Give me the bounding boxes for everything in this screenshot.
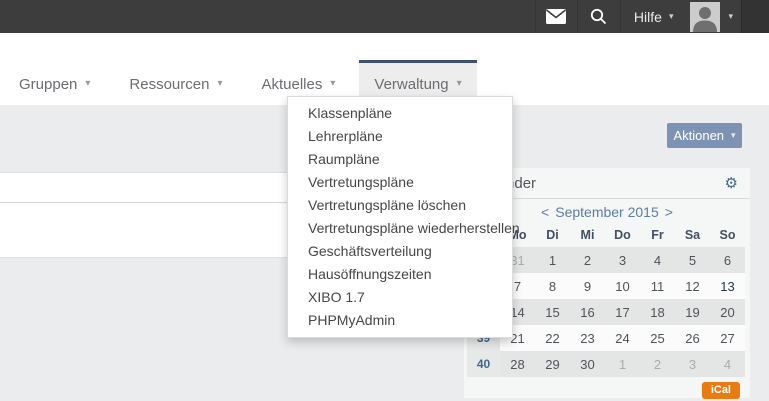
menu-item[interactable]: Vertretungspläne löschen xyxy=(288,194,512,217)
day-cell[interactable]: 28 xyxy=(500,351,535,377)
day-cell[interactable]: 8 xyxy=(535,273,570,299)
day-cell[interactable]: 12 xyxy=(675,273,710,299)
caret-down-icon: ▾ xyxy=(731,131,736,140)
mail-icon xyxy=(546,9,566,24)
user-menu[interactable]: ▾ xyxy=(686,0,741,33)
day-cell[interactable]: 4 xyxy=(710,351,745,377)
topbar-end-block xyxy=(741,0,769,33)
menu-item[interactable]: Vertretungspläne wiederherstellen xyxy=(288,217,512,240)
top-bar: Hilfe ▾ ▾ xyxy=(0,0,769,33)
caret-down-icon: ▾ xyxy=(457,79,462,89)
month-label: September 2015 xyxy=(555,204,659,220)
day-cell[interactable]: 2 xyxy=(640,351,675,377)
day-header: Sa xyxy=(675,223,710,247)
day-cell[interactable]: 15 xyxy=(535,299,570,325)
day-cell[interactable]: 16 xyxy=(570,299,605,325)
calendar-footer: iCal xyxy=(464,377,750,399)
day-cell[interactable]: 29 xyxy=(535,351,570,377)
day-cell[interactable]: 17 xyxy=(605,299,640,325)
day-cell[interactable]: 30 xyxy=(570,351,605,377)
caret-down-icon: ▾ xyxy=(217,79,222,89)
day-header: Di xyxy=(535,223,570,247)
nav-item-label: Gruppen xyxy=(19,76,77,93)
day-cell-selected[interactable]: 13 xyxy=(710,273,745,299)
day-cell[interactable]: 10 xyxy=(605,273,640,299)
menu-item[interactable]: Raumpläne xyxy=(288,148,512,171)
day-cell[interactable]: 4 xyxy=(640,247,675,273)
caret-down-icon: ▾ xyxy=(85,79,90,89)
day-cell[interactable]: 3 xyxy=(605,247,640,273)
help-label: Hilfe xyxy=(634,9,662,25)
caret-down-icon: ▾ xyxy=(669,12,674,21)
day-cell[interactable]: 2 xyxy=(570,247,605,273)
nav-item-label: Ressourcen xyxy=(129,76,209,93)
menu-item[interactable]: Geschäftsverteilung xyxy=(288,240,512,263)
day-cell[interactable]: 24 xyxy=(605,325,640,351)
day-cell[interactable]: 1 xyxy=(605,351,640,377)
day-header: Mi xyxy=(570,223,605,247)
menu-item[interactable]: Hausöffnungszeiten xyxy=(288,263,512,286)
day-cell[interactable]: 6 xyxy=(710,247,745,273)
nav-items: Gruppen ▾ Ressourcen ▾ Aktuelles ▾ Verwaltung ▾ xyxy=(4,33,486,105)
main-nav: Gruppen ▾ Ressourcen ▾ Aktuelles ▾ Verwaltung ▾ xyxy=(0,33,769,105)
day-cell[interactable]: 26 xyxy=(675,325,710,351)
calendar-week-row: 402829301234 xyxy=(467,351,747,377)
day-cell[interactable]: 11 xyxy=(640,273,675,299)
menu-item[interactable]: Klassenpläne xyxy=(288,102,512,125)
help-menu[interactable]: Hilfe ▾ xyxy=(620,0,687,33)
menu-item[interactable]: Lehrerpläne xyxy=(288,125,512,148)
day-cell[interactable]: 9 xyxy=(570,273,605,299)
mail-button[interactable] xyxy=(535,0,577,33)
search-icon xyxy=(590,8,607,25)
actions-label: Aktionen xyxy=(673,128,724,143)
day-cell[interactable]: 5 xyxy=(675,247,710,273)
next-month-button[interactable]: > xyxy=(665,204,673,220)
ical-button[interactable]: iCal xyxy=(702,382,740,399)
caret-down-icon: ▾ xyxy=(330,79,335,89)
day-header: Fr xyxy=(640,223,675,247)
caret-down-icon: ▾ xyxy=(728,12,733,21)
day-cell[interactable]: 3 xyxy=(675,351,710,377)
actions-button[interactable]: Aktionen ▾ xyxy=(667,123,742,148)
gear-icon[interactable]: ⚙ xyxy=(725,176,738,191)
day-cell[interactable]: 27 xyxy=(710,325,745,351)
day-cell[interactable]: 25 xyxy=(640,325,675,351)
nav-item-label: Verwaltung xyxy=(374,76,448,93)
search-button[interactable] xyxy=(577,0,620,33)
nav-item-gruppen[interactable]: Gruppen ▾ xyxy=(4,60,105,105)
week-number[interactable]: 40 xyxy=(467,351,500,377)
day-header: Do xyxy=(605,223,640,247)
nav-item-label: Aktuelles xyxy=(261,76,322,93)
avatar xyxy=(690,2,720,32)
menu-item[interactable]: Vertretungspläne xyxy=(288,171,512,194)
prev-month-button[interactable]: < xyxy=(541,204,549,220)
day-cell[interactable]: 20 xyxy=(710,299,745,325)
day-header: So xyxy=(710,223,745,247)
day-cell[interactable]: 1 xyxy=(535,247,570,273)
menu-item[interactable]: PHPMyAdmin xyxy=(288,309,512,332)
day-cell[interactable]: 23 xyxy=(570,325,605,351)
day-cell[interactable]: 18 xyxy=(640,299,675,325)
day-cell[interactable]: 19 xyxy=(675,299,710,325)
verwaltung-dropdown-menu: KlassenpläneLehrerpläneRaumpläneVertretu… xyxy=(287,96,513,338)
menu-item[interactable]: XIBO 1.7 xyxy=(288,286,512,309)
nav-item-ressourcen[interactable]: Ressourcen ▾ xyxy=(114,60,237,105)
day-cell[interactable]: 22 xyxy=(535,325,570,351)
